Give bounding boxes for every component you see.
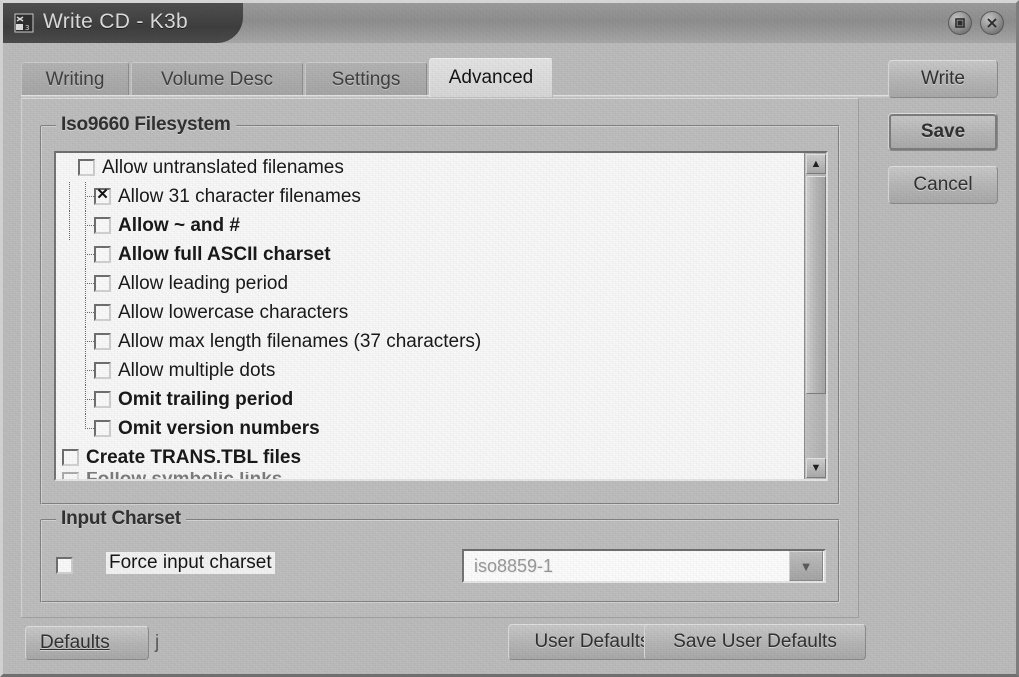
list-item[interactable]: Follow symbolic links: [56, 472, 804, 479]
tree-guide-icon: [78, 240, 94, 269]
iso-options-list[interactable]: Allow untranslated filenames Allow 31 ch…: [54, 151, 828, 481]
scroll-up-icon[interactable]: ▲: [806, 154, 826, 174]
tree-guide-icon: [78, 269, 94, 298]
k3b-icon: 3: [13, 12, 35, 34]
list-item[interactable]: Allow max length filenames (37 character…: [56, 327, 804, 356]
tree-guide-icon: [78, 356, 94, 385]
checkbox-allow-multiple-dots[interactable]: [94, 362, 111, 379]
charset-selected-value: iso8859-1: [474, 555, 554, 576]
list-item-label: Omit version numbers: [118, 417, 320, 439]
list-item-label: Omit trailing period: [118, 388, 294, 410]
svg-text:3: 3: [25, 24, 29, 32]
advanced-tab-panel: Iso9660 Filesystem Allow untranslated fi…: [21, 98, 859, 618]
tab-strip: Writing Volume Desc Settings Advanced: [21, 58, 998, 97]
defaults-button-label: Defaults: [40, 632, 110, 653]
list-vertical-scrollbar[interactable]: ▲ ▼: [804, 153, 826, 479]
checkbox-allow-max-length-filenames[interactable]: [94, 333, 111, 350]
window-title: Write CD - K3b: [43, 10, 189, 33]
checkbox-allow-tilde-and-hash[interactable]: [94, 217, 111, 234]
list-item-label: Allow max length filenames (37 character…: [118, 330, 482, 352]
title-bar[interactable]: 3 Write CD - K3b: [3, 3, 1016, 43]
tree-guide-icon: [78, 414, 94, 443]
iso-options-tree: Allow untranslated filenames Allow 31 ch…: [56, 153, 804, 479]
tab-writing[interactable]: Writing: [21, 62, 129, 96]
list-item[interactable]: Allow full ASCII charset: [56, 240, 804, 269]
checkbox-allow-31-character-filenames[interactable]: [94, 186, 111, 205]
list-item-label: Allow untranslated filenames: [102, 156, 344, 178]
tab-advanced[interactable]: Advanced: [429, 58, 553, 97]
list-item[interactable]: Allow untranslated filenames: [56, 153, 804, 182]
tab-volume-desc[interactable]: Volume Desc: [131, 62, 303, 96]
checkbox-allow-full-ascii-charset[interactable]: [94, 246, 111, 263]
checkbox-create-trans-tbl-files[interactable]: [62, 449, 79, 466]
list-item[interactable]: Allow multiple dots: [56, 356, 804, 385]
list-item-label: Allow ~ and #: [118, 214, 240, 236]
list-item[interactable]: Allow leading period: [56, 269, 804, 298]
list-item[interactable]: Allow ~ and #: [56, 211, 804, 240]
force-input-charset-label: Force input charset: [106, 552, 275, 574]
scroll-down-icon[interactable]: ▼: [806, 458, 826, 478]
defaults-trailing-mark: j: [155, 632, 160, 653]
scrollbar-thumb[interactable]: [806, 176, 826, 394]
list-item-label: Allow full ASCII charset: [118, 243, 331, 265]
list-item[interactable]: Omit version numbers: [56, 414, 804, 443]
tab-settings[interactable]: Settings: [305, 62, 427, 96]
cancel-button[interactable]: Cancel: [888, 166, 998, 204]
checkbox-omit-version-numbers[interactable]: [94, 420, 111, 437]
write-cd-dialog: 3 Write CD - K3b Writing Volume Desc Set…: [0, 0, 1019, 677]
list-item-label: Allow leading period: [118, 272, 289, 294]
iso9660-group-legend: Iso9660 Filesystem: [56, 114, 236, 136]
list-item-label: Allow multiple dots: [118, 359, 276, 381]
chevron-down-icon[interactable]: ▼: [789, 551, 823, 581]
checkbox-allow-lowercase-characters[interactable]: [94, 304, 111, 321]
tree-guide-icon: [78, 327, 94, 356]
save-user-defaults-button[interactable]: Save User Defaults: [644, 624, 866, 660]
tree-guide-icon: [78, 385, 94, 414]
defaults-button[interactable]: Defaults: [25, 626, 149, 660]
input-charset-group: Input Charset Force input charset iso885…: [40, 508, 840, 603]
checkbox-allow-leading-period[interactable]: [94, 275, 111, 292]
list-item-label: Allow lowercase characters: [118, 301, 349, 323]
tree-guide-icon: [62, 182, 78, 211]
tree-guide-icon: [78, 298, 94, 327]
list-item-label: Follow symbolic links: [86, 472, 282, 479]
input-charset-group-legend: Input Charset: [56, 508, 186, 530]
list-item[interactable]: Create TRANS.TBL files: [56, 443, 804, 472]
write-button[interactable]: Write: [888, 60, 998, 98]
list-item-label: Allow 31 character filenames: [118, 185, 361, 207]
list-item[interactable]: Omit trailing period: [56, 385, 804, 414]
checkbox-allow-untranslated-filenames[interactable]: [78, 159, 95, 176]
checkbox-force-input-charset[interactable]: [56, 557, 73, 574]
force-input-charset-row: Force input charset iso8859-1 ▼: [56, 549, 826, 583]
tree-guide-icon: [78, 211, 94, 240]
checkbox-follow-symbolic-links[interactable]: [62, 472, 79, 479]
tree-guide-icon: [78, 182, 94, 211]
tree-guide-icon: [62, 211, 78, 240]
checkbox-omit-trailing-period[interactable]: [94, 391, 111, 408]
charset-combobox[interactable]: iso8859-1 ▼: [462, 549, 826, 583]
restore-button[interactable]: [948, 11, 972, 35]
close-button[interactable]: [980, 11, 1004, 35]
list-item-label: Create TRANS.TBL files: [86, 446, 302, 468]
list-item[interactable]: Allow 31 character filenames: [56, 182, 804, 211]
iso9660-filesystem-group: Iso9660 Filesystem Allow untranslated fi…: [40, 114, 840, 505]
tree-guide-icon: [62, 153, 78, 182]
list-item[interactable]: Allow lowercase characters: [56, 298, 804, 327]
save-button[interactable]: Save: [888, 113, 998, 151]
